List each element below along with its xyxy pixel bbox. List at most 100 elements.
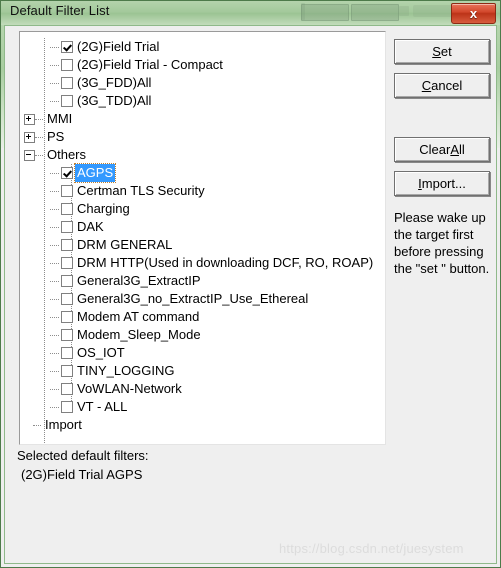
tree-item-label: DAK	[77, 219, 104, 234]
tree-item-label: (2G)Field Trial	[77, 39, 160, 54]
dialog-window: Default Filter List x (2G)Field Trial (2G…	[0, 0, 501, 568]
title-bar: Default Filter List x	[1, 1, 500, 25]
clear-all-button[interactable]: Clear All	[394, 137, 490, 162]
tree-item-label: Others	[47, 147, 87, 162]
checkbox-unchecked[interactable]	[61, 401, 73, 413]
tree-item[interactable]: Certman TLS Security	[20, 182, 385, 200]
tree-item[interactable]: MMI	[20, 110, 385, 128]
tree-guide-dash	[50, 406, 59, 408]
checkbox-unchecked[interactable]	[61, 347, 73, 359]
tree-guide-dash	[50, 82, 59, 84]
help-text: Please wake up the target first before p…	[394, 210, 490, 276]
tree-item[interactable]: General3G_ExtractIP	[20, 272, 385, 290]
checkbox-unchecked[interactable]	[61, 365, 73, 377]
tree-guide-dash	[50, 262, 59, 264]
tree-guide-dash	[50, 190, 59, 192]
expand-icon[interactable]	[24, 131, 35, 143]
tree-item-label: (3G_TDD)All	[77, 93, 152, 108]
tree-item[interactable]: (2G)Field Trial - Compact	[20, 56, 385, 74]
tree-item-label: VT - ALL	[77, 399, 128, 414]
tree-item[interactable]: Modem_Sleep_Mode	[20, 326, 385, 344]
checkbox-unchecked[interactable]	[61, 275, 73, 287]
set-button[interactable]: Set	[394, 39, 490, 64]
import-button[interactable]: Import...	[394, 171, 490, 196]
tree-item[interactable]: PS	[20, 128, 385, 146]
tree-item[interactable]: (2G)Field Trial	[20, 38, 385, 56]
tree-guide-dash	[50, 352, 59, 354]
tree-item[interactable]: DRM GENERAL	[20, 236, 385, 254]
checkbox-unchecked[interactable]	[61, 329, 73, 341]
tree-guide-dash	[50, 298, 59, 300]
tree-item[interactable]: Others	[20, 146, 385, 164]
checkbox-unchecked[interactable]	[61, 59, 73, 71]
tree-item[interactable]: AGPS	[20, 163, 385, 183]
tree-item[interactable]: Charging	[20, 200, 385, 218]
tree-item-label: (3G_FDD)All	[77, 75, 152, 90]
checkbox-unchecked[interactable]	[61, 77, 73, 89]
checkbox-unchecked[interactable]	[61, 203, 73, 215]
tree-guide-dash	[50, 46, 59, 48]
clear-all-button-prefix: Clear	[419, 142, 451, 157]
checkbox-checked[interactable]	[61, 167, 73, 179]
ghost-artifact-icon	[399, 6, 409, 16]
close-icon: x	[469, 6, 478, 21]
collapse-icon[interactable]	[24, 149, 35, 161]
tree-item-label: Import	[45, 417, 82, 432]
tree-item[interactable]: VT - ALL	[20, 398, 385, 416]
tree-item-label: DRM GENERAL	[77, 237, 173, 252]
tree-guide-dash	[50, 64, 59, 66]
cancel-button-label: ancel	[431, 78, 463, 93]
tree-item-label: Modem AT command	[77, 309, 200, 324]
tree-item-label: Modem_Sleep_Mode	[77, 327, 201, 342]
tree-item[interactable]: (3G_TDD)All	[20, 92, 385, 110]
tree-item[interactable]: DRM HTTP(Used in downloading DCF, RO, RO…	[20, 254, 385, 272]
set-button-label: et	[440, 44, 452, 59]
selected-filters-value: (2G)Field Trial AGPS	[21, 467, 143, 482]
tree-item-label: VoWLAN-Network	[77, 381, 182, 396]
tree-item-label: DRM HTTP(Used in downloading DCF, RO, RO…	[77, 255, 374, 270]
checkbox-unchecked[interactable]	[61, 311, 73, 323]
tree-item-label: PS	[47, 129, 65, 144]
tree-guide-dash	[50, 226, 59, 228]
tree-item[interactable]: VoWLAN-Network	[20, 380, 385, 398]
clear-all-button-accel: A	[450, 142, 459, 157]
checkbox-unchecked[interactable]	[61, 221, 73, 233]
tree-item[interactable]: (3G_FDD)All	[20, 74, 385, 92]
tree-item[interactable]: General3G_no_ExtractIP_Use_Ethereal	[20, 290, 385, 308]
tree-item[interactable]: Modem AT command	[20, 308, 385, 326]
import-button-label: mport...	[421, 176, 466, 191]
tree-item[interactable]: TINY_LOGGING	[20, 362, 385, 380]
checkbox-unchecked[interactable]	[61, 239, 73, 251]
tree-item-label: General3G_ExtractIP	[77, 273, 201, 288]
tree-guide-dash	[50, 244, 59, 246]
cancel-button-accel: C	[421, 78, 432, 93]
close-button[interactable]: x	[451, 3, 496, 24]
tree-item-label: AGPS	[73, 163, 117, 183]
tree-item[interactable]: Import	[20, 416, 385, 434]
tree-guide-dash	[33, 424, 41, 426]
checkbox-unchecked[interactable]	[61, 293, 73, 305]
tree-item-label: General3G_no_ExtractIP_Use_Ethereal	[77, 291, 309, 306]
tree-guide-dash	[50, 334, 59, 336]
checkbox-unchecked[interactable]	[61, 185, 73, 197]
cancel-button[interactable]: Cancel	[394, 73, 490, 98]
tree-item[interactable]: OS_IOT	[20, 344, 385, 362]
tree-guide-dash	[50, 388, 59, 390]
tree-guide-dash	[50, 208, 59, 210]
tree-guide-dash	[50, 280, 59, 282]
tree-item[interactable]: DAK	[20, 218, 385, 236]
expand-icon[interactable]	[24, 113, 35, 125]
tree-guide-dash	[35, 154, 43, 156]
checkbox-unchecked[interactable]	[61, 383, 73, 395]
checkbox-unchecked[interactable]	[61, 257, 73, 269]
checkbox-unchecked[interactable]	[61, 95, 73, 107]
tree-guide-dash	[35, 118, 43, 120]
checkbox-checked[interactable]	[61, 41, 73, 53]
tree-item-label: TINY_LOGGING	[77, 363, 175, 378]
filter-tree-panel[interactable]: (2G)Field Trial (2G)Field Trial - Compact…	[19, 31, 386, 445]
clear-all-button-label: ll	[458, 142, 465, 157]
selected-filters-label: Selected default filters:	[17, 448, 149, 463]
watermark: https://blog.csdn.net/juesystem	[279, 541, 464, 556]
tree-item-label: Certman TLS Security	[77, 183, 205, 198]
tree-guide-dash	[35, 136, 43, 138]
